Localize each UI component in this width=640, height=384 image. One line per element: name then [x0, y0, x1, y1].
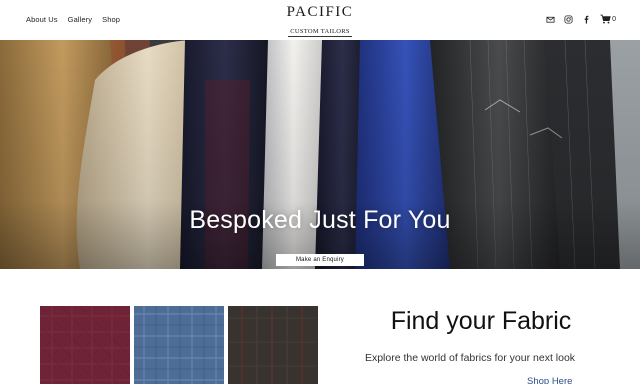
header-icons: 0: [546, 14, 616, 24]
cart-button[interactable]: 0: [600, 14, 616, 24]
hero-title: Bespoked Just For You: [189, 206, 451, 234]
nav-gallery[interactable]: Gallery: [68, 15, 92, 24]
logo-main-text: PACIFIC: [286, 4, 354, 20]
find-fabric-description: Explore the world of fabrics for your ne…: [364, 352, 576, 364]
instagram-icon[interactable]: [564, 14, 573, 24]
blue-fabric-image: [134, 306, 224, 384]
hero-banner: Bespoked Just For You Make an Enquiry: [0, 40, 640, 269]
make-an-enquiry-button[interactable]: Make an Enquiry: [276, 254, 364, 266]
shop-here-link[interactable]: Shop Here: [527, 376, 572, 384]
nav-shop[interactable]: Shop: [102, 15, 120, 24]
burgundy-fabric-image: [40, 306, 130, 384]
charcoal-fabric-image: [228, 306, 318, 384]
facebook-icon[interactable]: [582, 15, 591, 24]
fabric-swatch-burgundy[interactable]: [40, 306, 130, 384]
main-nav: About Us Gallery Shop: [26, 15, 120, 24]
cart-count: 0: [612, 15, 616, 23]
fabric-swatch-charcoal[interactable]: [228, 306, 318, 384]
find-fabric-heading: Find your Fabric: [390, 307, 572, 335]
site-logo[interactable]: PACIFIC CUSTOM TAILORS EST. 1991: [270, 5, 370, 44]
site-header: About Us Gallery Shop PACIFIC CUSTOM TAI…: [0, 0, 640, 43]
nav-about-us[interactable]: About Us: [26, 15, 58, 24]
fabric-swatch-blue[interactable]: [134, 306, 224, 384]
mail-icon[interactable]: [546, 15, 555, 24]
logo-sub-text: CUSTOM TAILORS: [288, 28, 352, 37]
cart-icon: [600, 14, 611, 24]
